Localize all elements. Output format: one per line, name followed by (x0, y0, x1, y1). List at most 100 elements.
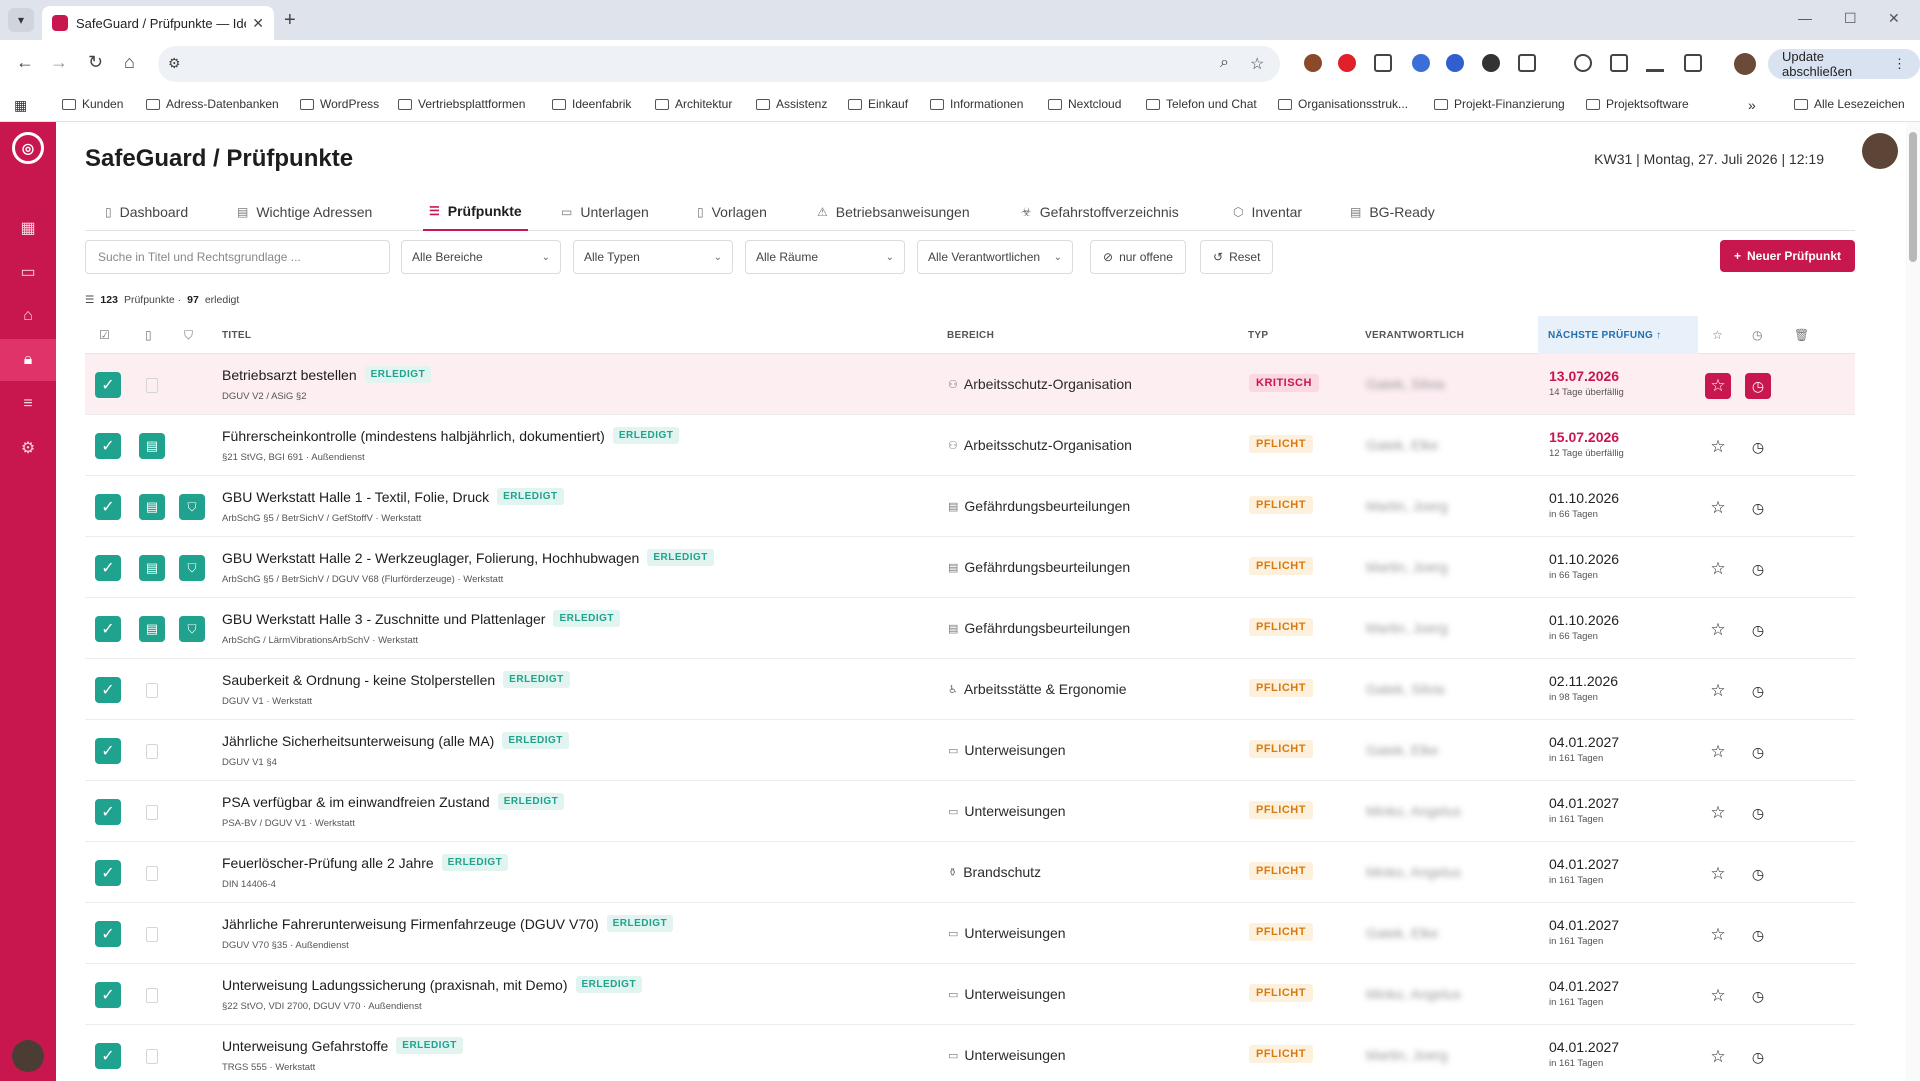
column-responsible[interactable]: VERANTWORTLICH (1365, 316, 1464, 354)
document-icon[interactable] (139, 799, 165, 825)
user-avatar[interactable] (12, 1040, 44, 1072)
bookmark-folder[interactable]: Projekt-Finanzierung (1434, 97, 1565, 111)
star-icon[interactable]: ☆ (1705, 678, 1731, 704)
type-filter-select[interactable]: Alle Typen ⌄ (573, 240, 733, 274)
safeguard-logo[interactable]: ◎ (12, 132, 44, 164)
done-checkbox[interactable]: ✓ (95, 860, 121, 886)
column-title[interactable]: TITEL (222, 316, 251, 354)
database-icon[interactable]: ≡ (0, 383, 56, 425)
row-title[interactable]: Betriebsarzt bestellen ERLEDIGT (222, 366, 432, 383)
zoom-icon[interactable]: ⌕ (1220, 54, 1229, 72)
puzzle-icon[interactable] (1518, 54, 1536, 72)
star-icon[interactable]: ☆ (1705, 495, 1731, 521)
responsible-filter-select[interactable]: Alle Verantwortlichen ⌄ (917, 240, 1073, 274)
done-checkbox[interactable]: ✓ (95, 494, 121, 520)
scrollbar-thumb[interactable] (1909, 132, 1917, 262)
document-icon[interactable] (139, 1043, 165, 1069)
settings-icon[interactable]: ⚙ (0, 427, 56, 469)
reading-list-icon[interactable] (1610, 54, 1628, 72)
new-tab-icon[interactable]: + (284, 9, 296, 32)
document-icon[interactable]: ▤ (139, 494, 165, 520)
bookmark-folder[interactable]: Projektsoftware (1586, 97, 1689, 111)
only-open-toggle[interactable]: ⊘ nur offene (1090, 240, 1186, 274)
row-title[interactable]: Unterweisung Gefahrstoffe ERLEDIGT (222, 1037, 463, 1054)
done-checkbox[interactable]: ✓ (95, 616, 121, 642)
done-checkbox[interactable]: ✓ (95, 1043, 121, 1069)
table-row[interactable]: ✓ ⛉ Feuerlöscher-Prüfung alle 2 JahreERL… (85, 842, 1855, 903)
bookmark-folder[interactable]: Einkauf (848, 97, 908, 111)
document-icon[interactable]: ▤ (139, 433, 165, 459)
briefcase-icon[interactable]: ▭ (0, 251, 56, 293)
table-row[interactable]: ✓ ⛉ Jährliche Sicherheitsunterweisung (a… (85, 720, 1855, 781)
home-icon[interactable]: ⌂ (124, 52, 135, 73)
site-settings-icon[interactable]: ⚙ (168, 55, 181, 72)
extension-badge-icon[interactable] (1412, 54, 1430, 72)
clock-icon[interactable]: ◷ (1745, 617, 1771, 643)
screenshot-extension-icon[interactable] (1374, 54, 1392, 72)
apps-icon[interactable]: ▦ (0, 207, 56, 249)
clock-icon[interactable]: ◷ (1745, 495, 1771, 521)
reload-icon[interactable]: ↻ (88, 52, 103, 73)
clock-icon[interactable]: ◷ (1745, 434, 1771, 460)
row-title[interactable]: Sauberkeit & Ordnung - keine Stolperstel… (222, 671, 570, 688)
table-row[interactable]: ✓ ⛉ PSA verfügbar & im einwandfreien Zus… (85, 781, 1855, 842)
document-icon[interactable] (139, 921, 165, 947)
shield-icon[interactable]: ⛉ (179, 616, 205, 642)
bookmark-folder[interactable]: Telefon und Chat (1146, 97, 1257, 111)
back-icon[interactable]: ← (16, 52, 34, 73)
clock-icon[interactable]: ◷ (1745, 800, 1771, 826)
clock-icon[interactable]: ◷ (1745, 373, 1771, 399)
document-icon[interactable] (139, 677, 165, 703)
room-filter-select[interactable]: Alle Räume ⌄ (745, 240, 905, 274)
done-checkbox[interactable]: ✓ (95, 921, 121, 947)
extension-icon[interactable] (1304, 54, 1322, 72)
done-checkbox[interactable]: ✓ (95, 677, 121, 703)
bookmark-folder[interactable]: Ideenfabrik (552, 97, 631, 111)
update-button[interactable]: Update abschließen ⋮ (1768, 49, 1920, 79)
window-close-icon[interactable]: ✕ (1888, 10, 1900, 27)
table-row[interactable]: ✓ ⛉ Jährliche Fahrerunterweisung Firmenf… (85, 903, 1855, 964)
row-title[interactable]: GBU Werkstatt Halle 2 - Werkzeuglager, F… (222, 549, 714, 566)
table-row[interactable]: ✓ ▤ ⛉ GBU Werkstatt Halle 1 - Textil, Fo… (85, 476, 1855, 537)
tab-unterlagen[interactable]: ▭ Unterlagen (561, 193, 649, 231)
shield-icon[interactable]: ⛉ (179, 494, 205, 520)
tab-inventar[interactable]: ⬡ Inventar (1233, 193, 1302, 231)
document-icon[interactable] (139, 982, 165, 1008)
row-title[interactable]: Jährliche Sicherheitsunterweisung (alle … (222, 732, 569, 749)
table-row[interactable]: ✓ ⛉ Unterweisung GefahrstoffeERLEDIGT TR… (85, 1025, 1855, 1081)
bookmark-star-icon[interactable]: ☆ (1250, 54, 1264, 74)
row-title[interactable]: GBU Werkstatt Halle 1 - Textil, Folie, D… (222, 488, 564, 505)
document-icon[interactable] (139, 372, 165, 398)
star-icon[interactable]: ☆ (1705, 739, 1731, 765)
search-input[interactable] (85, 240, 390, 274)
star-icon[interactable]: ☆ (1705, 983, 1731, 1009)
tab-wichtige-adressen[interactable]: ▤ Wichtige Adressen (237, 193, 372, 231)
page-scrollbar[interactable] (1906, 122, 1920, 1081)
star-icon[interactable]: ☆ (1705, 800, 1731, 826)
address-bar[interactable]: ⚙ ⌕ ☆ (158, 46, 1280, 82)
clock-icon[interactable]: ◷ (1745, 678, 1771, 704)
location-icon[interactable] (1574, 54, 1592, 72)
bookmark-folder[interactable]: Informationen (930, 97, 1023, 111)
star-icon[interactable]: ☆ (1705, 617, 1731, 643)
star-icon[interactable]: ☆ (1705, 556, 1731, 582)
done-checkbox[interactable]: ✓ (95, 738, 121, 764)
circle-extension-icon[interactable] (1446, 54, 1464, 72)
row-title[interactable]: PSA verfügbar & im einwandfreien Zustand… (222, 793, 565, 810)
building-icon[interactable]: ⌂ (0, 295, 56, 337)
lock-icon[interactable]: 🔒︎ (0, 339, 56, 381)
star-icon[interactable]: ☆ (1705, 922, 1731, 948)
table-row[interactable]: ✓ ▤ ⛉ GBU Werkstatt Halle 2 - Werkzeugla… (85, 537, 1855, 598)
table-row[interactable]: ✓ ▤ ⛉ GBU Werkstatt Halle 3 - Zuschnitte… (85, 598, 1855, 659)
select-all-checkbox[interactable]: ☑ (99, 316, 110, 354)
star-icon[interactable]: ☆ (1705, 434, 1731, 460)
clock-icon[interactable]: ◷ (1745, 739, 1771, 765)
document-icon[interactable]: ▤ (139, 616, 165, 642)
star-icon[interactable]: ☆ (1705, 1044, 1731, 1070)
done-checkbox[interactable]: ✓ (95, 372, 121, 398)
tab-bg-ready[interactable]: ▤ BG-Ready (1350, 193, 1435, 231)
apps-grid-icon[interactable]: ▦ (14, 97, 27, 114)
clock-icon[interactable]: ◷ (1745, 1044, 1771, 1070)
bookmark-folder[interactable]: WordPress (300, 97, 379, 111)
table-row[interactable]: ✓ ▤ ⛉ Führerscheinkontrolle (mindestens … (85, 415, 1855, 476)
